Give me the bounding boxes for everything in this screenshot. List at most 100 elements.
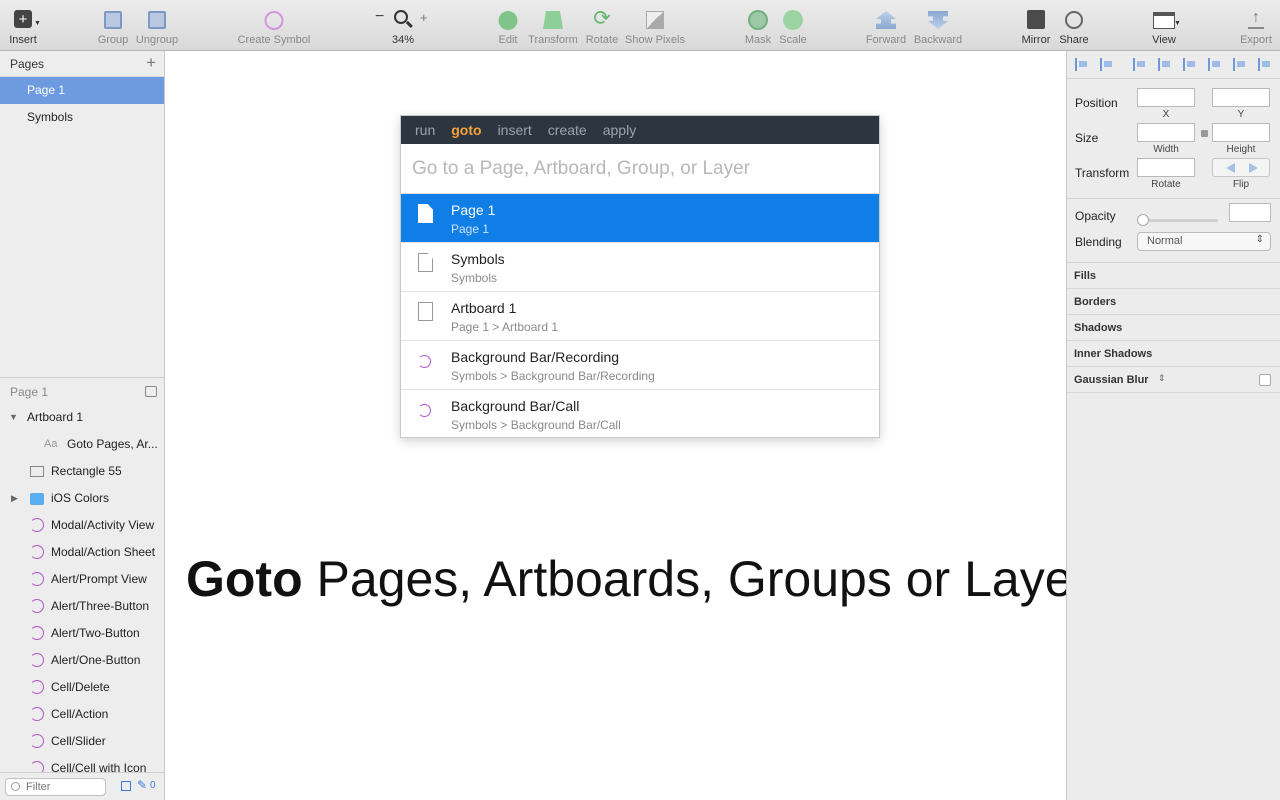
width-field[interactable]	[1137, 123, 1195, 142]
layer-item[interactable]: Cell/Action	[0, 701, 164, 728]
layer-item[interactable]: Modal/Action Sheet	[0, 539, 164, 566]
backward-button[interactable]: Backward	[910, 0, 966, 50]
section-title: Borders	[1074, 296, 1117, 308]
page-item-symbols[interactable]: Symbols	[0, 104, 164, 131]
layer-item[interactable]: Aa Goto Pages, Ar...	[0, 431, 164, 458]
layer-label: Cell/Cell with Icon	[51, 761, 147, 773]
layer-item[interactable]: ▶ iOS Colors	[0, 485, 164, 512]
transform-button[interactable]: Transform	[525, 0, 581, 50]
lock-icon[interactable]	[1201, 130, 1208, 137]
add-page-icon[interactable]: +	[146, 53, 156, 73]
tab-insert[interactable]: insert	[498, 116, 532, 144]
ungroup-button[interactable]: Ungroup	[134, 0, 180, 50]
export-button[interactable]: ↑ Export	[1236, 0, 1276, 50]
layer-item[interactable]: Cell/Delete	[0, 674, 164, 701]
insert-button[interactable]: + ▼ Insert	[2, 0, 44, 50]
layer-item[interactable]: Modal/Activity View	[0, 512, 164, 539]
layer-item[interactable]: ▼ Artboard 1	[0, 404, 164, 431]
size-row: Size Width Height	[1067, 122, 1280, 157]
tab-apply[interactable]: apply	[603, 116, 636, 144]
opacity-slider-knob[interactable]	[1137, 214, 1149, 226]
mask-icon	[748, 10, 768, 30]
layer-item[interactable]: Cell/Cell with Icon	[0, 755, 164, 773]
align-right-icon[interactable]	[1183, 58, 1197, 71]
section-title: Shadows	[1074, 322, 1123, 334]
flip-control[interactable]	[1212, 158, 1270, 177]
align-top-icon[interactable]	[1208, 58, 1222, 71]
blending-select[interactable]: Normal ⇕	[1137, 232, 1271, 251]
chevron-down-icon: ▼	[1174, 20, 1181, 27]
goto-search-input[interactable]	[412, 144, 868, 193]
align-middle-icon[interactable]	[1233, 58, 1247, 71]
canvas[interactable]: rungoto insert create apply Page 1 Page 1 S…	[165, 51, 1066, 800]
gaussian-blur-section[interactable]: Gaussian Blur ⇕	[1067, 367, 1280, 393]
distribute-horizontal-icon[interactable]	[1075, 58, 1089, 71]
flip-horizontal-icon[interactable]	[1226, 163, 1235, 173]
layer-label: Cell/Delete	[51, 680, 110, 694]
rotate-label: Rotate	[585, 34, 619, 46]
height-field[interactable]	[1212, 123, 1270, 142]
view-button[interactable]: ▼ View	[1142, 0, 1186, 50]
artboard-filter-icon[interactable]	[121, 781, 131, 791]
mask-button[interactable]: Mask	[740, 0, 776, 50]
page-item-page-1[interactable]: Page 1	[0, 77, 164, 104]
x-label: X	[1162, 109, 1170, 120]
disclosure-closed-icon[interactable]: ▶	[11, 485, 18, 512]
group-button[interactable]: Group	[92, 0, 134, 50]
position-row: Position X Y	[1067, 87, 1280, 122]
page-icon	[418, 253, 433, 272]
opacity-field[interactable]	[1229, 203, 1271, 222]
layer-item[interactable]: Alert/Three-Button	[0, 593, 164, 620]
result-title: Background Bar/Call	[451, 398, 580, 414]
result-title: Symbols	[451, 251, 505, 267]
result-item[interactable]: Page 1 Page 1	[401, 194, 879, 243]
layer-item[interactable]: Cell/Slider	[0, 728, 164, 755]
size-label: Size	[1075, 131, 1099, 145]
mirror-label: Mirror	[1021, 34, 1051, 46]
result-path: Symbols > Background Bar/Recording	[451, 369, 655, 383]
align-left-icon[interactable]	[1133, 58, 1147, 71]
layers-page-title: Page 1	[10, 385, 49, 399]
layer-item[interactable]: Alert/Two-Button	[0, 620, 164, 647]
layer-item[interactable]: Rectangle 55	[0, 458, 164, 485]
filter-input[interactable]	[5, 778, 106, 796]
rotate-field[interactable]	[1137, 158, 1195, 177]
result-item[interactable]: Background Bar/Recording Symbols > Backg…	[401, 341, 879, 390]
fills-section[interactable]: Fills	[1067, 263, 1280, 289]
rotate-button[interactable]: ⟳ Rotate	[583, 0, 621, 50]
share-button[interactable]: Share	[1056, 0, 1092, 50]
scale-button[interactable]: Scale	[776, 0, 810, 50]
align-bottom-icon[interactable]	[1258, 58, 1272, 71]
chevron-updown-icon[interactable]: ⇕	[1158, 373, 1166, 384]
align-center-icon[interactable]	[1158, 58, 1172, 71]
show-pixels-button[interactable]: Show Pixels	[623, 0, 687, 50]
flip-vertical-icon[interactable]	[1249, 163, 1258, 173]
result-item[interactable]: Artboard 1 Page 1 > Artboard 1	[401, 292, 879, 341]
y-field[interactable]	[1212, 88, 1270, 107]
borders-section[interactable]: Borders	[1067, 289, 1280, 315]
blending-value: Normal	[1147, 235, 1183, 247]
x-field[interactable]	[1137, 88, 1195, 107]
symbol-icon	[418, 404, 431, 417]
create-symbol-button[interactable]: Create Symbol	[236, 0, 312, 50]
result-item[interactable]: Background Bar/Call Symbols > Background…	[401, 390, 879, 439]
insert-label: Insert	[9, 34, 37, 46]
symbol-icon	[30, 653, 44, 667]
blur-checkbox[interactable]	[1259, 374, 1271, 386]
shadows-section[interactable]: Shadows	[1067, 315, 1280, 341]
layer-item[interactable]: Alert/Prompt View	[0, 566, 164, 593]
tab-create[interactable]: create	[548, 116, 587, 144]
collapse-icon[interactable]	[145, 386, 157, 397]
result-item[interactable]: Symbols Symbols	[401, 243, 879, 292]
tab-run[interactable]: run	[415, 116, 435, 144]
edit-filter-icon[interactable]: ✎	[137, 778, 147, 792]
forward-button[interactable]: Forward	[862, 0, 910, 50]
layer-item[interactable]: Alert/One-Button	[0, 647, 164, 674]
inner-shadows-section[interactable]: Inner Shadows	[1067, 341, 1280, 367]
disclosure-open-icon[interactable]: ▼	[9, 404, 18, 431]
mirror-button[interactable]: Mirror	[1016, 0, 1056, 50]
tab-goto[interactable]: goto	[451, 116, 481, 144]
opacity-slider[interactable]	[1139, 219, 1218, 222]
distribute-vertical-icon[interactable]	[1100, 58, 1114, 71]
edit-button[interactable]: Edit	[493, 0, 523, 50]
